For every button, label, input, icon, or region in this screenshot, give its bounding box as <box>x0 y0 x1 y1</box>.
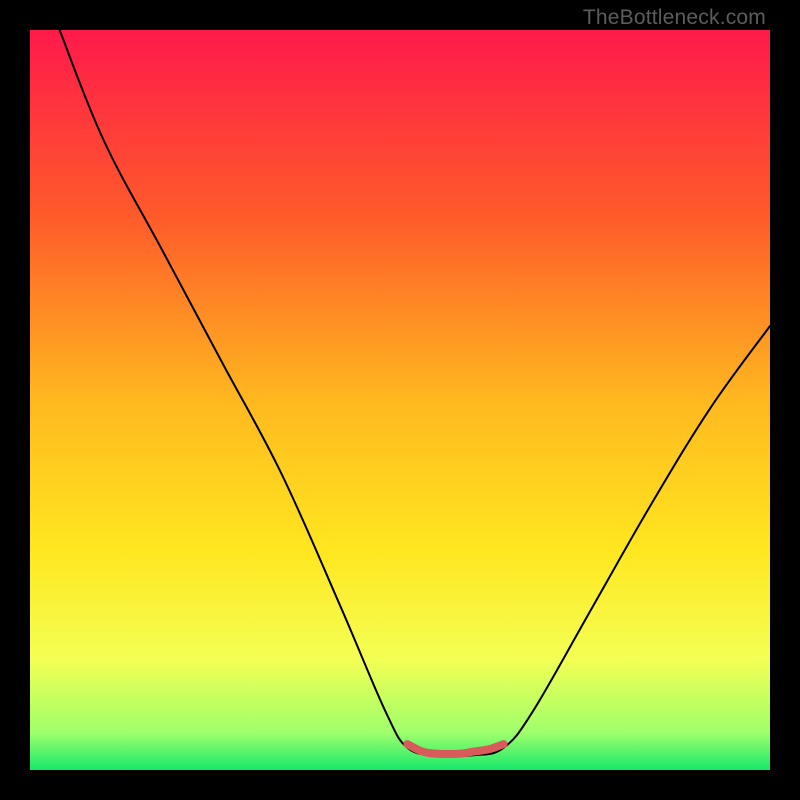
chart-frame <box>30 30 770 770</box>
bottleneck-chart <box>30 30 770 770</box>
gradient-background <box>30 30 770 770</box>
watermark-text: TheBottleneck.com <box>583 6 766 30</box>
